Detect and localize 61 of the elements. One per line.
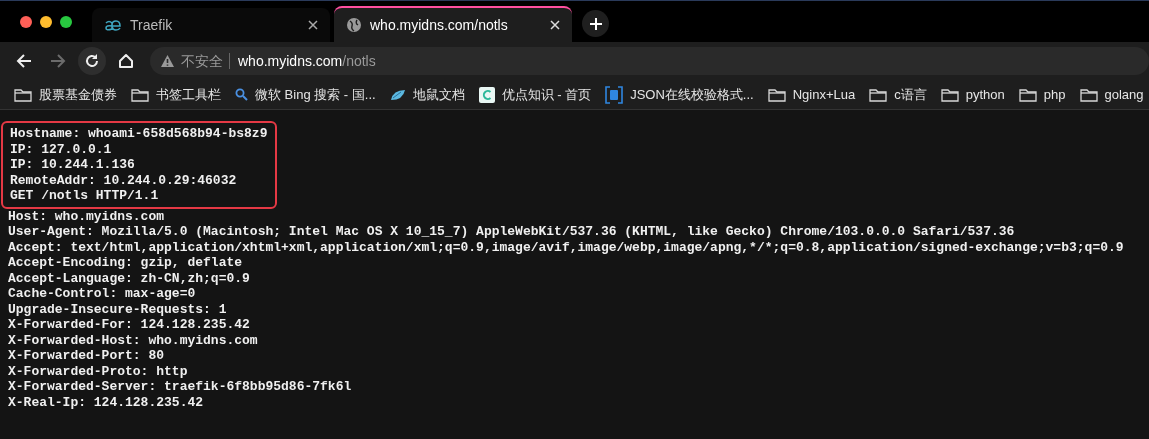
header-line: IP: 10.244.1.136 — [10, 157, 135, 173]
bookmark[interactable]: c语言 — [869, 84, 927, 105]
c-logo-icon — [478, 86, 495, 103]
reload-button[interactable] — [78, 47, 106, 75]
search-icon — [235, 88, 248, 101]
folder-icon — [1079, 87, 1098, 102]
close-window-icon[interactable] — [20, 16, 32, 28]
header-line: Host: who.myidns.com — [8, 208, 165, 224]
header-line: X-Forwarded-Port: 80 — [8, 348, 165, 364]
header-line: X-Forwarded-Server: traefik-6f8bb95d86-7fk6l — [8, 379, 352, 395]
browser-tab[interactable]: Traefik — [92, 8, 330, 42]
warning-icon — [160, 54, 175, 68]
tab-title: Traefik — [130, 15, 174, 35]
plus-icon — [588, 16, 603, 31]
bookmark[interactable]: 书签工具栏 — [131, 84, 221, 105]
browser-tab[interactable]: who.myidns.com/notls — [334, 6, 572, 42]
header-line: X-Forwarded-Proto: http — [8, 363, 188, 379]
folder-icon — [14, 87, 32, 102]
bookmark[interactable]: Nginx+Lua — [767, 84, 856, 105]
tab-title: who.myidns.com/notls — [370, 15, 509, 35]
header-line: X-Forwarded-For: 124.128.235.42 — [8, 317, 250, 333]
bookmark[interactable]: JSON在线校验格式... — [605, 84, 754, 105]
header-line: RemoteAddr: 10.244.0.29:46032 — [10, 172, 237, 188]
home-icon — [117, 52, 135, 70]
header-line: Accept-Language: zh-CN,zh;q=0.9 — [8, 270, 250, 286]
bracket-logo-icon — [605, 85, 624, 104]
new-tab-button[interactable] — [582, 10, 609, 37]
folder-icon — [767, 87, 786, 102]
ae-logo-icon — [104, 18, 122, 32]
close-icon[interactable] — [308, 20, 318, 30]
header-line: X-Real-Ip: 124.128.235.42 — [8, 394, 204, 410]
folder-icon — [131, 87, 149, 102]
bookmark[interactable]: 地鼠文档 — [389, 84, 465, 105]
leaf-icon — [389, 87, 406, 102]
forward-arrow-icon — [49, 52, 67, 70]
bookmark[interactable]: 股票基金债券 — [14, 84, 117, 105]
bookmark[interactable]: php — [1018, 84, 1066, 105]
header-line: Hostname: whoami-658d568b94-bs8z9 — [10, 126, 268, 142]
address-bar[interactable]: 不安全 who.myidns.com/notls — [150, 47, 1149, 75]
header-line: X-Forwarded-Host: who.myidns.com — [8, 332, 258, 348]
header-line: Upgrade-Insecure-Requests: 1 — [8, 301, 227, 317]
bookmark[interactable]: python — [940, 84, 1005, 105]
reload-icon — [83, 52, 101, 70]
bookmark[interactable]: 优点知识 - 首页 — [478, 84, 592, 105]
header-line: IP: 127.0.0.1 — [10, 141, 112, 157]
folder-icon — [940, 87, 959, 102]
header-line: Cache-Control: max-age=0 — [8, 286, 196, 302]
minimize-window-icon[interactable] — [40, 16, 52, 28]
back-arrow-icon — [15, 52, 33, 70]
header-line: GET /notls HTTP/1.1 — [10, 188, 159, 204]
bookmark[interactable]: golang — [1079, 84, 1144, 105]
bookmark[interactable]: 微软 Bing 搜索 - 国... — [235, 84, 376, 105]
folder-icon — [1018, 87, 1037, 102]
header-line: Accept-Encoding: gzip, deflate — [8, 255, 243, 271]
header-line: User-Agent: Mozilla/5.0 (Macintosh; Intel Mac OS X 10_15_7) AppleWebKit/537.36 (KHTML, like Gecko) Chrome/103.0.0.0 Safari/537.36 — [8, 224, 1015, 240]
globe-icon — [346, 17, 362, 33]
url-text: who.myidns.com/notls — [238, 51, 376, 71]
folder-icon — [869, 87, 888, 102]
security-label[interactable]: 不安全 — [181, 50, 223, 72]
zoom-window-icon[interactable] — [60, 16, 72, 28]
header-line: Accept: text/html,application/xhtml+xml,application/xml;q=0.9,image/avif,image/webp,image/apng,*/*;q=0.8,application/signed-exchange;v=b3;q=0.9 — [8, 239, 1124, 255]
